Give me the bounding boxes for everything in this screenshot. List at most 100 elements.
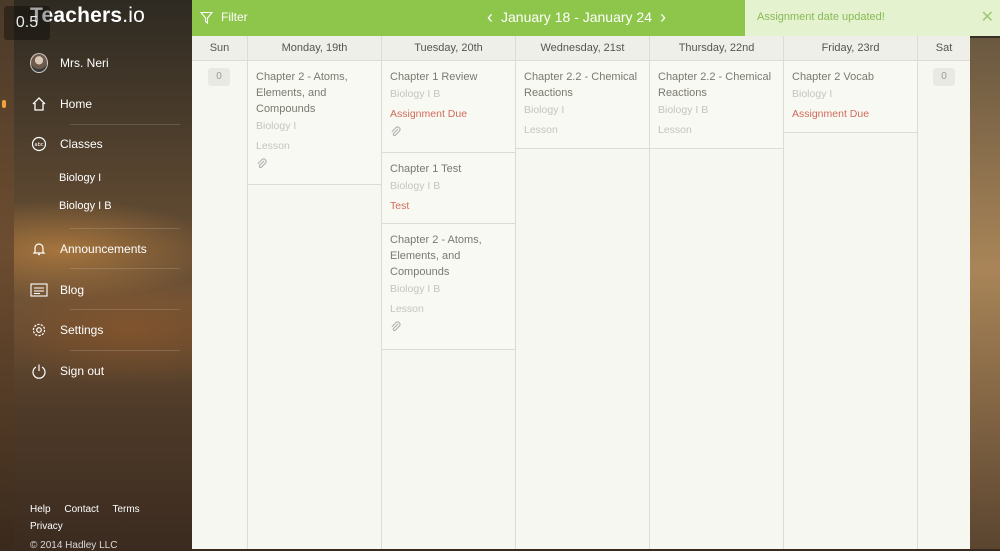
sidebar-item-classes[interactable]: abc Classes bbox=[14, 126, 182, 162]
sidebar-item-label: Blog bbox=[60, 283, 85, 297]
day-column-tue: Tuesday, 20th Chapter 1 Review Biology I… bbox=[382, 36, 516, 549]
filter-label: Filter bbox=[221, 10, 248, 24]
day-header: Sat bbox=[918, 36, 970, 61]
chevron-right-icon[interactable]: › bbox=[652, 7, 674, 28]
background-right-edge bbox=[970, 38, 1000, 549]
sidebar-item-blog[interactable]: Blog bbox=[14, 272, 182, 308]
event-class: Biology I B bbox=[390, 180, 441, 192]
chevron-left-icon[interactable]: ‹ bbox=[479, 7, 501, 28]
calendar-event[interactable]: Chapter 2.2 - Chemical Reactions Biology… bbox=[650, 61, 783, 149]
calendar-event[interactable]: Chapter 2.2 - Chemical Reactions Biology… bbox=[516, 61, 649, 149]
week-calendar: Sun 0 Monday, 19th Chapter 2 - Atoms, El… bbox=[192, 36, 970, 549]
privacy-link[interactable]: Privacy bbox=[30, 521, 63, 532]
week-range-label: January 18 - January 24 bbox=[501, 9, 652, 25]
contact-link[interactable]: Contact bbox=[64, 504, 98, 515]
sidebar-item-label: Announcements bbox=[60, 242, 147, 256]
sidebar-item-label: Sign out bbox=[60, 364, 105, 378]
divider bbox=[70, 350, 180, 351]
filter-icon bbox=[200, 11, 213, 24]
event-title: Chapter 2 - Atoms, Elements, and Compoun… bbox=[390, 234, 482, 278]
background-left-edge bbox=[0, 0, 14, 549]
event-type: Lesson bbox=[256, 140, 290, 152]
sidebar-item-label: Classes bbox=[60, 137, 103, 151]
sidebar-item-home[interactable]: Home bbox=[2, 86, 182, 122]
toast-message: Assignment date updated! bbox=[757, 11, 885, 23]
user-profile[interactable]: Mrs. Neri bbox=[14, 45, 182, 81]
svg-text:abc: abc bbox=[35, 142, 44, 148]
calendar-event[interactable]: Chapter 2 - Atoms, Elements, and Compoun… bbox=[248, 61, 381, 185]
paperclip-icon bbox=[390, 126, 507, 141]
home-icon bbox=[30, 95, 48, 113]
event-class: Biology I B bbox=[390, 88, 441, 100]
sidebar-item-label: Settings bbox=[60, 323, 104, 337]
event-count-badge[interactable]: 0 bbox=[933, 68, 955, 86]
event-type: Assignment Due bbox=[390, 108, 468, 120]
event-class: Biology I bbox=[256, 120, 297, 132]
event-title: Chapter 1 Review bbox=[390, 71, 478, 83]
event-class: Biology I bbox=[792, 88, 833, 100]
sidebar-class-biology-i[interactable]: Biology I bbox=[59, 172, 101, 184]
event-type: Lesson bbox=[390, 303, 424, 315]
gear-icon bbox=[30, 321, 48, 339]
calendar-event[interactable]: Chapter 2 - Atoms, Elements, and Compoun… bbox=[382, 224, 515, 350]
day-column-fri: Friday, 23rd Chapter 2 Vocab Biology I A… bbox=[784, 36, 918, 549]
event-type: Lesson bbox=[524, 124, 558, 136]
calendar-event[interactable]: Chapter 1 Test Biology I B Test bbox=[382, 153, 515, 224]
terms-link[interactable]: Terms bbox=[112, 504, 139, 515]
calendar-event[interactable]: Chapter 1 Review Biology I B Assignment … bbox=[382, 61, 515, 153]
blog-icon bbox=[30, 281, 48, 299]
day-column-sat: Sat 0 bbox=[918, 36, 970, 549]
help-link[interactable]: Help bbox=[30, 504, 51, 515]
avatar bbox=[30, 53, 48, 73]
event-title: Chapter 2.2 - Chemical Reactions bbox=[658, 71, 772, 99]
day-column-wed: Wednesday, 21st Chapter 2.2 - Chemical R… bbox=[516, 36, 650, 549]
calendar-event[interactable]: Chapter 2 Vocab Biology I Assignment Due bbox=[784, 61, 917, 133]
day-header: Wednesday, 21st bbox=[516, 36, 649, 61]
logo-suffix-text: .io bbox=[122, 4, 146, 27]
divider bbox=[70, 268, 180, 269]
day-header: Sun bbox=[192, 36, 247, 61]
event-class: Biology I bbox=[524, 104, 565, 116]
event-class: Biology I B bbox=[390, 283, 441, 295]
top-bar: Filter ‹ January 18 - January 24 › bbox=[192, 0, 745, 36]
sidebar-item-label: Home bbox=[60, 97, 93, 111]
bell-icon bbox=[30, 240, 48, 258]
sidebar-item-sign-out[interactable]: Sign out bbox=[14, 353, 182, 389]
event-type: Test bbox=[390, 200, 410, 212]
classes-icon: abc bbox=[30, 135, 48, 153]
event-type: Lesson bbox=[658, 124, 692, 136]
sidebar-class-biology-i-b[interactable]: Biology I B bbox=[59, 200, 112, 212]
event-title: Chapter 2 - Atoms, Elements, and Compoun… bbox=[256, 71, 348, 115]
close-icon[interactable]: ✕ bbox=[981, 7, 994, 27]
divider bbox=[70, 124, 180, 125]
notification-toast: Assignment date updated! ✕ bbox=[745, 0, 1000, 36]
filter-button[interactable]: Filter bbox=[200, 0, 248, 34]
day-column-thu: Thursday, 22nd Chapter 2.2 - Chemical Re… bbox=[650, 36, 784, 549]
event-count-badge[interactable]: 0 bbox=[208, 68, 230, 86]
event-class: Biology I B bbox=[658, 104, 709, 116]
sidebar-item-announcements[interactable]: Announcements bbox=[14, 231, 182, 267]
day-header: Tuesday, 20th bbox=[382, 36, 515, 61]
day-header: Friday, 23rd bbox=[784, 36, 917, 61]
paperclip-icon bbox=[256, 158, 373, 173]
power-icon bbox=[30, 362, 48, 380]
event-title: Chapter 2.2 - Chemical Reactions bbox=[524, 71, 638, 99]
day-header: Monday, 19th bbox=[248, 36, 381, 61]
event-title: Chapter 2 Vocab bbox=[792, 71, 874, 83]
user-name: Mrs. Neri bbox=[60, 56, 109, 70]
divider bbox=[70, 309, 180, 310]
sidebar: Teachers.io 0.5 Mrs. Neri Home abc Class… bbox=[2, 0, 192, 551]
event-type: Assignment Due bbox=[792, 108, 870, 120]
day-column-sun: Sun 0 bbox=[192, 36, 248, 549]
event-title: Chapter 1 Test bbox=[390, 163, 462, 175]
copyright-text: © 2014 Hadley LLC bbox=[30, 540, 118, 551]
timer-badge: 0.5 bbox=[4, 6, 50, 40]
active-indicator bbox=[2, 100, 6, 108]
day-column-mon: Monday, 19th Chapter 2 - Atoms, Elements… bbox=[248, 36, 382, 549]
paperclip-icon bbox=[390, 321, 507, 336]
week-navigator: ‹ January 18 - January 24 › bbox=[479, 0, 674, 34]
divider bbox=[70, 228, 180, 229]
day-header: Thursday, 22nd bbox=[650, 36, 783, 61]
sidebar-item-settings[interactable]: Settings bbox=[14, 312, 182, 348]
footer-links: Help Contact Terms bbox=[30, 504, 151, 515]
